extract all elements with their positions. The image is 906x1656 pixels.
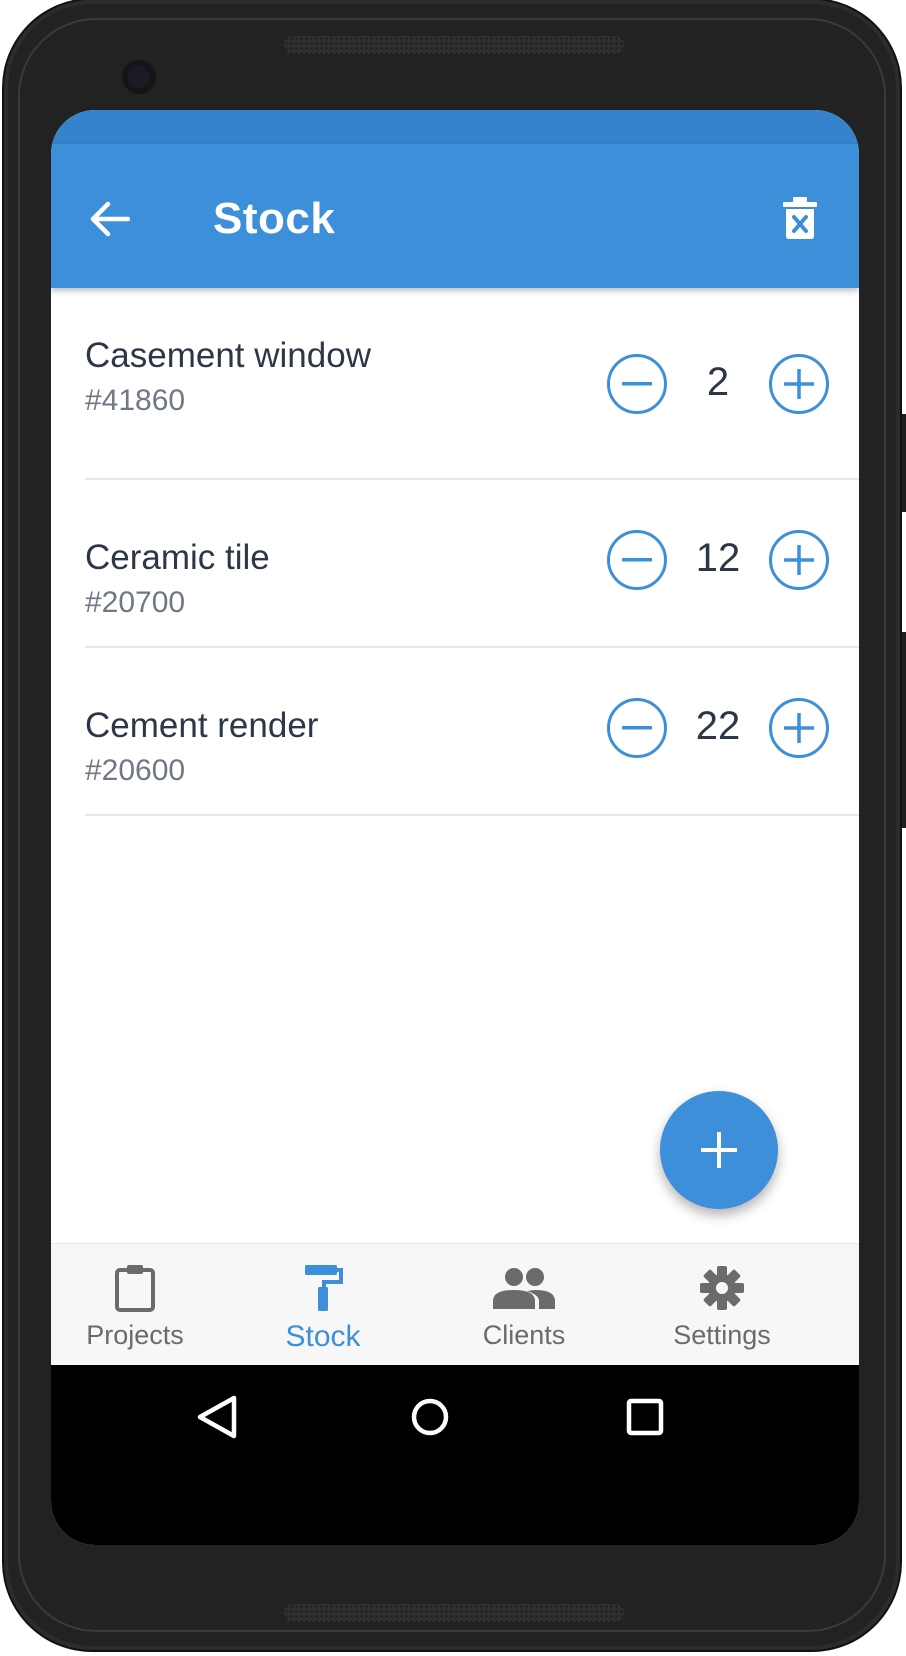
delete-icon	[783, 197, 817, 239]
nav-label: Settings	[673, 1320, 771, 1350]
system-back-button[interactable]	[193, 1393, 241, 1441]
nav-label: Projects	[86, 1320, 184, 1350]
minus-icon	[622, 726, 652, 730]
quantity-value: 12	[695, 536, 741, 580]
increment-button[interactable]	[769, 698, 829, 758]
phone-frame: Stock Casement window #41860 2 Ceramic t…	[4, 0, 906, 1650]
item-code: #20600	[85, 754, 186, 787]
recents-square-icon	[626, 1398, 664, 1436]
app-bar: Stock	[51, 144, 859, 288]
decrement-button[interactable]	[607, 354, 667, 414]
decrement-button[interactable]	[607, 530, 667, 590]
decrement-button[interactable]	[607, 698, 667, 758]
volume-button	[902, 414, 906, 512]
quantity-value: 2	[706, 360, 730, 404]
increment-button[interactable]	[769, 530, 829, 590]
gear-icon	[700, 1266, 744, 1310]
power-button	[902, 632, 906, 828]
nav-item-projects[interactable]: Projects	[51, 1244, 235, 1366]
clipboard-icon	[115, 1265, 155, 1312]
stock-list: Casement window #41860 2 Ceramic tile #2…	[51, 288, 859, 816]
bottom-speaker	[284, 1604, 624, 1622]
increment-button[interactable]	[769, 354, 829, 414]
quantity-value: 22	[695, 704, 741, 748]
paint-roller-icon	[305, 1265, 343, 1311]
item-code: #20700	[85, 586, 186, 619]
item-name: Cement render	[85, 706, 319, 745]
people-icon	[493, 1268, 555, 1309]
add-item-button[interactable]	[660, 1091, 778, 1209]
list-item: Ceramic tile #20700 12	[85, 480, 859, 648]
back-button[interactable]	[87, 196, 133, 242]
screen: Stock Casement window #41860 2 Ceramic t…	[51, 110, 859, 1545]
system-navigation-bar	[51, 1365, 859, 1545]
nav-item-settings[interactable]: Settings	[622, 1244, 822, 1366]
nav-item-stock[interactable]: Stock	[223, 1244, 423, 1366]
nav-label: Stock	[285, 1320, 361, 1353]
quantity-stepper: 22	[607, 698, 829, 760]
nav-item-clients[interactable]: Clients	[424, 1244, 624, 1366]
quantity-stepper: 2	[607, 354, 829, 416]
top-speaker	[284, 36, 624, 54]
plus-icon	[784, 713, 814, 743]
item-name: Casement window	[85, 336, 371, 375]
minus-icon	[622, 382, 652, 386]
nav-label: Clients	[482, 1320, 566, 1350]
minus-icon	[622, 558, 652, 562]
plus-icon	[784, 545, 814, 575]
plus-icon	[784, 369, 814, 399]
system-home-button[interactable]	[406, 1393, 454, 1441]
status-bar	[51, 110, 859, 144]
bottom-navigation: Projects Stock Clients Settings	[51, 1243, 859, 1366]
item-code: #41860	[85, 384, 186, 417]
item-name: Ceramic tile	[85, 538, 270, 577]
page-title: Stock	[213, 194, 336, 243]
system-recents-button[interactable]	[621, 1393, 669, 1441]
arrow-left-icon	[90, 201, 130, 237]
plus-icon	[701, 1132, 737, 1168]
delete-button[interactable]	[777, 192, 823, 244]
back-triangle-icon	[197, 1395, 237, 1439]
quantity-stepper: 12	[607, 530, 829, 592]
front-camera	[122, 60, 156, 94]
list-item: Casement window #41860 2	[85, 288, 859, 480]
home-circle-icon	[411, 1398, 449, 1436]
list-item: Cement render #20600 22	[85, 648, 859, 816]
